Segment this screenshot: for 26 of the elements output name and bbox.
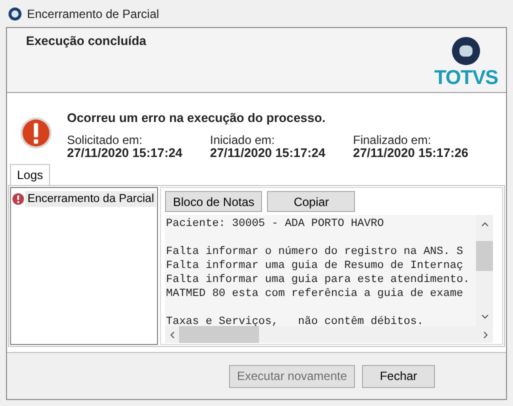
time-value: 27/11/2020 15:17:26	[353, 147, 470, 160]
time-label: Iniciado em:	[210, 134, 276, 147]
log-line: Falta informar o número do registro na ANS. S	[166, 245, 464, 259]
app-icon	[8, 6, 22, 20]
logo-icon	[451, 36, 482, 66]
log-line: Falta informar uma guia de Resumo de Internaç	[166, 259, 464, 273]
time-label: Finalizado em:	[353, 134, 432, 147]
error-message: Ocorreu um erro na execução do processo.	[67, 111, 326, 125]
time-label: Solicitado em:	[67, 134, 144, 147]
dialog-button[interactable]: Fechar	[362, 364, 435, 388]
logo-text: TOTVS	[434, 68, 498, 88]
tree-item[interactable]: Encerramento da Parcial	[25, 191, 156, 207]
toolbar-button[interactable]: Bloco de Notas	[165, 191, 262, 212]
scroll-down-icon[interactable]	[480, 314, 488, 320]
toolbar-button[interactable]: Copiar	[267, 191, 356, 212]
log-line: MATMED 80 esta com referência a guia de exame	[166, 287, 464, 301]
log-line: Falta informar uma guia para este atendimento.	[166, 273, 471, 287]
tab[interactable]: Logs	[10, 164, 50, 185]
header-title: Execução concluída	[26, 34, 146, 50]
window-title: Encerramento de Parcial	[27, 6, 160, 20]
time-value: 27/11/2020 15:17:24	[210, 147, 326, 160]
log-line: Paciente: 30005 - ADA PORTO HAVRO	[166, 217, 385, 231]
scroll-right-icon[interactable]	[483, 330, 489, 338]
scroll-up-icon[interactable]	[480, 221, 488, 227]
scroll-left-icon[interactable]	[169, 330, 175, 338]
time-value: 27/11/2020 15:17:24	[67, 147, 184, 160]
